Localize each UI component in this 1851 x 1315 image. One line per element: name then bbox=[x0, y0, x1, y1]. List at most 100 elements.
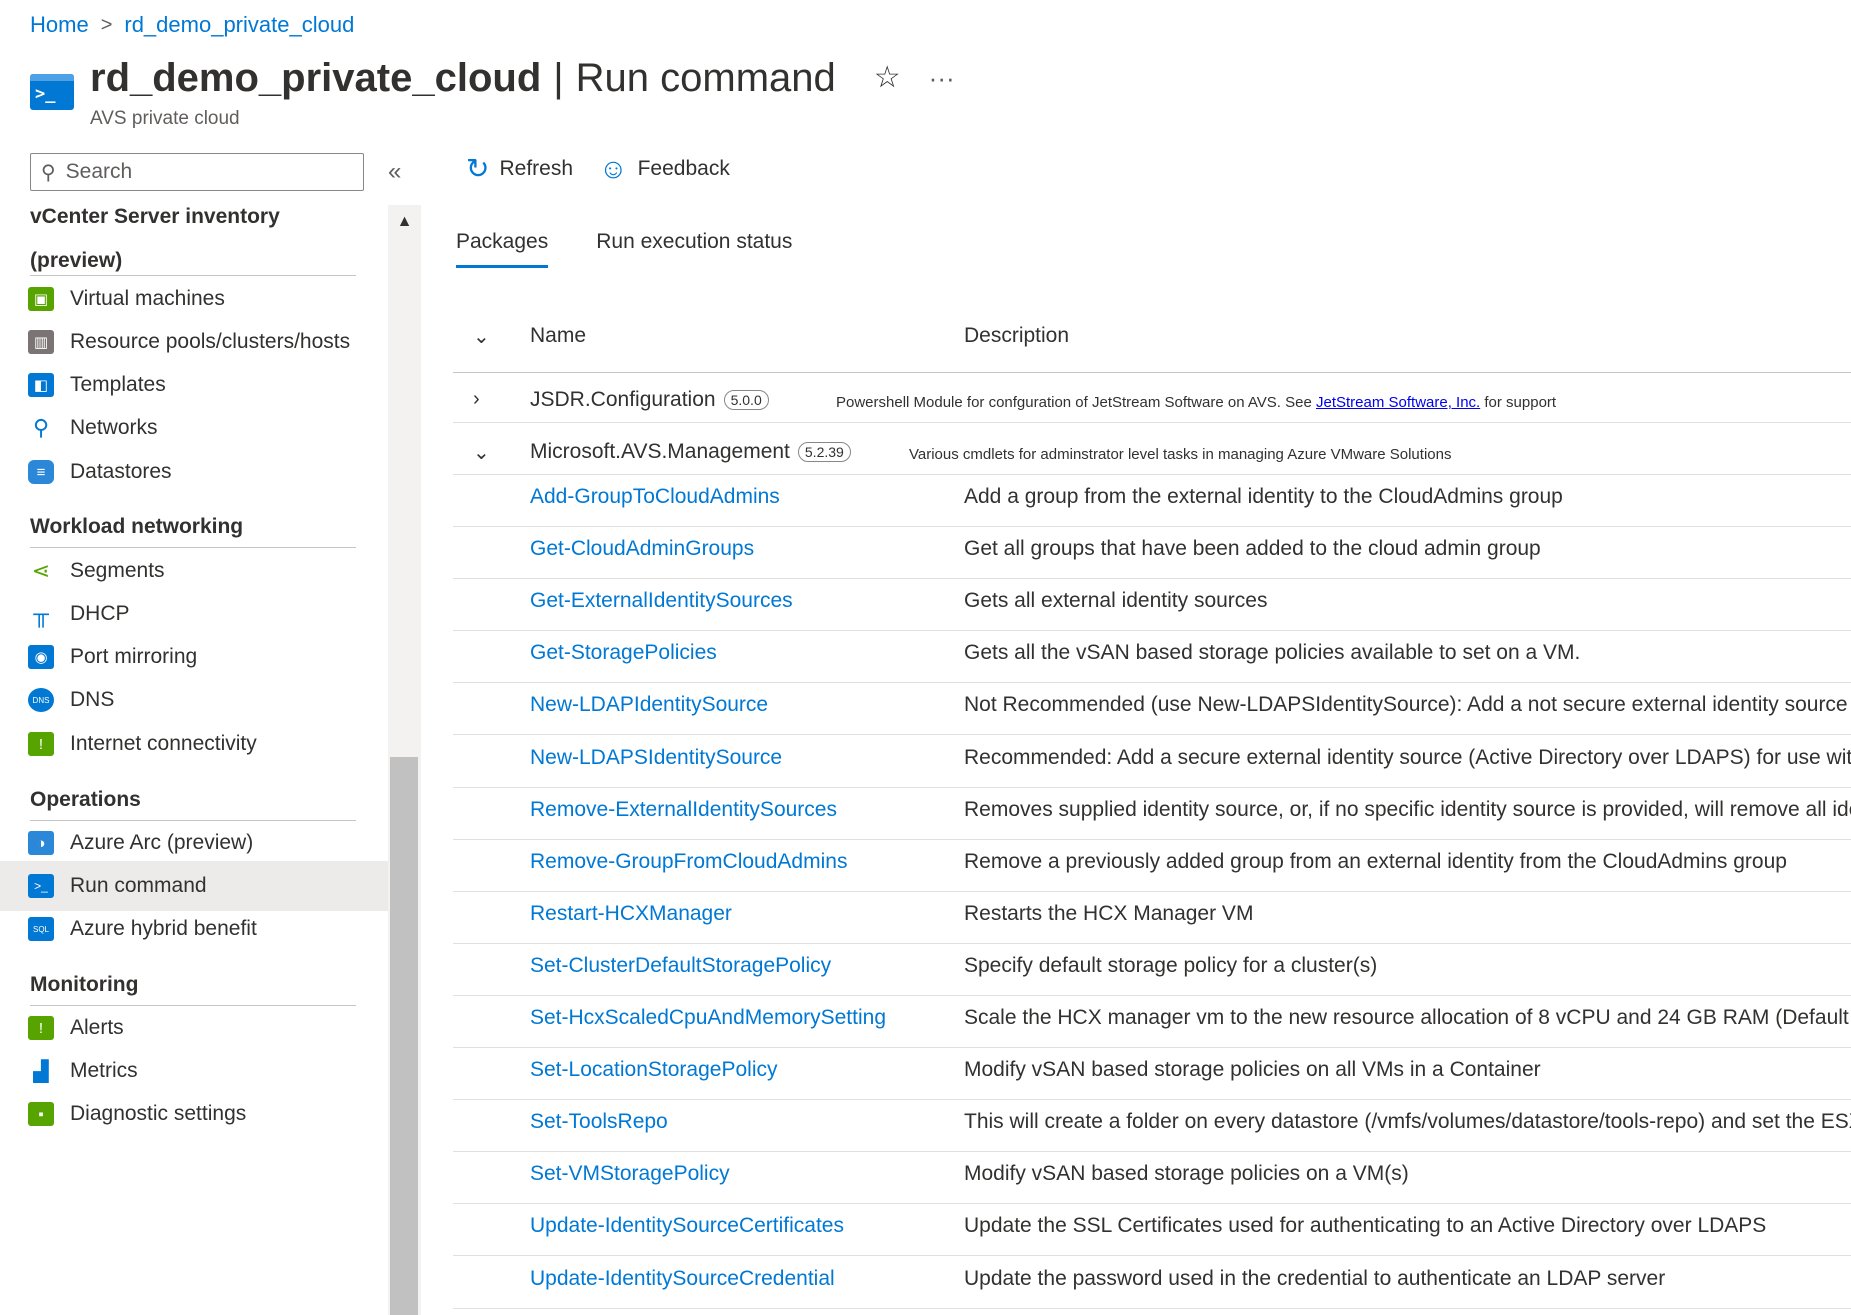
table-row[interactable]: New-LDAPIdentitySource Not Recommended (u… bbox=[453, 682, 1851, 735]
table-row[interactable]: Get-ExternalIdentitySources Gets all exte… bbox=[453, 578, 1851, 631]
run-command-resource-icon: >_ bbox=[30, 74, 74, 110]
more-options-icon[interactable]: ··· bbox=[929, 56, 955, 100]
server-rack-icon: ▥ bbox=[28, 330, 54, 354]
feedback-icon: ☺ bbox=[599, 152, 628, 184]
package-description: Various cmdlets for adminstrator level t… bbox=[909, 446, 1452, 463]
tab-packages[interactable]: Packages bbox=[456, 230, 549, 268]
template-icon: ◧ bbox=[28, 373, 54, 397]
command-description: Update the SSL Certificates used for aut… bbox=[964, 1214, 1767, 1237]
tab-bar: Packages Run execution status bbox=[456, 230, 840, 268]
package-row[interactable]: ⌄ Microsoft.AVS.Management 5.2.39 Variou… bbox=[453, 432, 1851, 475]
command-name-link[interactable]: Update-IdentitySourceCertificates bbox=[530, 1214, 844, 1238]
segments-icon: ⋖ bbox=[31, 558, 51, 583]
command-description: Removes supplied identity source, or, if… bbox=[964, 798, 1851, 821]
command-name-link[interactable]: Get-CloudAdminGroups bbox=[530, 537, 754, 561]
command-description: Scale the HCX manager vm to the new reso… bbox=[964, 1006, 1851, 1029]
table-row[interactable]: Set-HcxScaledCpuAndMemorySetting Scale th… bbox=[453, 995, 1851, 1048]
command-name-link[interactable]: Set-HcxScaledCpuAndMemorySetting bbox=[530, 1006, 886, 1030]
page-title: rd_demo_private_cloud | Run command ☆ ··… bbox=[90, 56, 955, 100]
table-row[interactable]: Remove-ExternalIdentitySources Removes su… bbox=[453, 787, 1851, 840]
table-row[interactable]: Update-IdentitySourceCredential Update th… bbox=[453, 1256, 1851, 1309]
sidebar-scrollbar[interactable]: ▲ bbox=[388, 205, 421, 1315]
sql-icon: SQL bbox=[28, 917, 54, 941]
command-name-link[interactable]: Get-ExternalIdentitySources bbox=[530, 589, 793, 613]
collapse-all-chevron-icon[interactable]: ⌄ bbox=[473, 324, 490, 349]
command-name-link[interactable]: Set-VMStoragePolicy bbox=[530, 1162, 730, 1186]
resource-name: rd_demo_private_cloud bbox=[90, 56, 542, 100]
breadcrumb-home-link[interactable]: Home bbox=[30, 12, 89, 38]
feedback-button[interactable]: ☺ Feedback bbox=[599, 153, 730, 185]
collapse-sidebar-icon[interactable]: « bbox=[388, 158, 401, 186]
dhcp-icon: ╥ bbox=[33, 601, 49, 626]
table-row[interactable]: Get-StoragePolicies Gets all the vSAN bas… bbox=[453, 630, 1851, 683]
breadcrumb: Home > rd_demo_private_cloud bbox=[30, 12, 354, 38]
network-icon: ⚲ bbox=[32, 415, 50, 440]
alerts-icon: ! bbox=[28, 1016, 54, 1040]
refresh-button[interactable]: ↻ Refresh bbox=[466, 152, 573, 185]
version-badge: 5.0.0 bbox=[723, 390, 769, 410]
sidebar-item-internet-connectivity[interactable]: ! Internet connectivity bbox=[0, 719, 388, 769]
internet-connectivity-icon: ! bbox=[28, 732, 54, 756]
command-description: Remove a previously added group from an … bbox=[964, 850, 1787, 873]
command-name-link[interactable]: Set-LocationStoragePolicy bbox=[530, 1058, 777, 1082]
page-header: >_ rd_demo_private_cloud | Run command ☆… bbox=[30, 56, 955, 130]
sidebar-item-datastores[interactable]: ≡ Datastores bbox=[0, 447, 388, 497]
command-name-link[interactable]: New-LDAPSIdentitySource bbox=[530, 746, 782, 770]
command-name-link[interactable]: Restart-HCXManager bbox=[530, 902, 732, 926]
run-command-icon: >_ bbox=[28, 874, 54, 898]
breadcrumb-current-link[interactable]: rd_demo_private_cloud bbox=[124, 12, 354, 38]
command-name-link[interactable]: New-LDAPIdentitySource bbox=[530, 693, 768, 717]
command-description: Gets all external identity sources bbox=[964, 589, 1268, 612]
table-row[interactable]: Get-CloudAdminGroups Get all groups that … bbox=[453, 526, 1851, 579]
command-description: Not Recommended (use New-LDAPSIdentitySo… bbox=[964, 693, 1851, 716]
collapse-chevron-icon[interactable]: ⌄ bbox=[473, 440, 490, 465]
tab-run-execution-status[interactable]: Run execution status bbox=[596, 230, 792, 268]
refresh-icon: ↻ bbox=[466, 153, 490, 184]
virtual-machine-icon: ▣ bbox=[28, 287, 54, 311]
favorite-star-icon[interactable]: ☆ bbox=[874, 56, 901, 100]
sidebar-search[interactable]: ⚲ bbox=[30, 153, 364, 191]
table-row[interactable]: Set-VMStoragePolicy Modify vSAN based sto… bbox=[453, 1151, 1851, 1204]
command-name-link[interactable]: Set-ToolsRepo bbox=[530, 1110, 668, 1134]
command-name-link[interactable]: Add-GroupToCloudAdmins bbox=[530, 485, 780, 509]
command-description: Update the password used in the credenti… bbox=[964, 1267, 1666, 1290]
section-title-operations: Operations bbox=[30, 788, 141, 811]
search-icon: ⚲ bbox=[41, 161, 56, 184]
command-toolbar: ↻ Refresh ☺ Feedback bbox=[466, 152, 756, 185]
diagnostic-settings-icon: ▪ bbox=[28, 1102, 54, 1126]
table-row[interactable]: Set-ClusterDefaultStoragePolicy Specify d… bbox=[453, 943, 1851, 996]
table-row[interactable]: Set-LocationStoragePolicy Modify vSAN bas… bbox=[453, 1047, 1851, 1100]
table-row[interactable]: Remove-GroupFromCloudAdmins Remove a prev… bbox=[453, 839, 1851, 892]
command-name-link[interactable]: Remove-ExternalIdentitySources bbox=[530, 798, 837, 822]
command-description: Modify vSAN based storage policies on al… bbox=[964, 1058, 1541, 1081]
table-row[interactable]: New-LDAPSIdentitySource Recommended: Add … bbox=[453, 735, 1851, 788]
command-description: This will create a folder on every datas… bbox=[964, 1110, 1851, 1133]
command-name-link[interactable]: Remove-GroupFromCloudAdmins bbox=[530, 850, 847, 874]
section-title-vcenter-suffix: (preview) bbox=[30, 249, 123, 272]
scrollbar-thumb[interactable] bbox=[390, 757, 418, 1315]
command-description: Restarts the HCX Manager VM bbox=[964, 902, 1254, 925]
search-input[interactable] bbox=[63, 159, 348, 185]
command-name-link[interactable]: Get-StoragePolicies bbox=[530, 641, 717, 665]
sidebar-item-networks[interactable]: ⚲ Networks bbox=[0, 403, 388, 453]
command-name-link[interactable]: Set-ClusterDefaultStoragePolicy bbox=[530, 954, 831, 978]
command-name-link[interactable]: Update-IdentitySourceCredential bbox=[530, 1267, 835, 1291]
sidebar-item-dns[interactable]: DNS DNS bbox=[0, 675, 388, 725]
table-row[interactable]: Restart-HCXManager Restarts the HCX Manag… bbox=[453, 891, 1851, 944]
table-row[interactable]: Update-IdentitySourceCertificates Update … bbox=[453, 1203, 1851, 1256]
section-title-workload-networking: Workload networking bbox=[30, 515, 244, 538]
sidebar-item-azure-hybrid-benefit[interactable]: SQL Azure hybrid benefit bbox=[0, 904, 388, 954]
expand-chevron-icon[interactable]: › bbox=[473, 388, 480, 411]
section-title-vcenter: vCenter Server inventory bbox=[30, 205, 280, 228]
title-divider: | bbox=[553, 56, 564, 100]
column-header-description[interactable]: Description bbox=[964, 324, 1069, 348]
command-description: Add a group from the external identity t… bbox=[964, 485, 1563, 508]
table-row[interactable]: Add-GroupToCloudAdmins Add a group from t… bbox=[453, 474, 1851, 527]
package-row[interactable]: › JSDR.Configuration 5.0.0 Powershell Mo… bbox=[453, 380, 1851, 423]
sidebar-item-diagnostic-settings[interactable]: ▪ Diagnostic settings bbox=[0, 1089, 388, 1139]
scroll-up-arrow-icon[interactable]: ▲ bbox=[388, 213, 421, 231]
table-row[interactable]: Set-ToolsRepo This will create a folder o… bbox=[453, 1099, 1851, 1152]
jetstream-link[interactable]: JetStream Software, Inc. bbox=[1316, 394, 1480, 411]
column-header-name[interactable]: Name bbox=[530, 324, 586, 348]
azure-arc-icon: ◑ bbox=[28, 831, 54, 855]
